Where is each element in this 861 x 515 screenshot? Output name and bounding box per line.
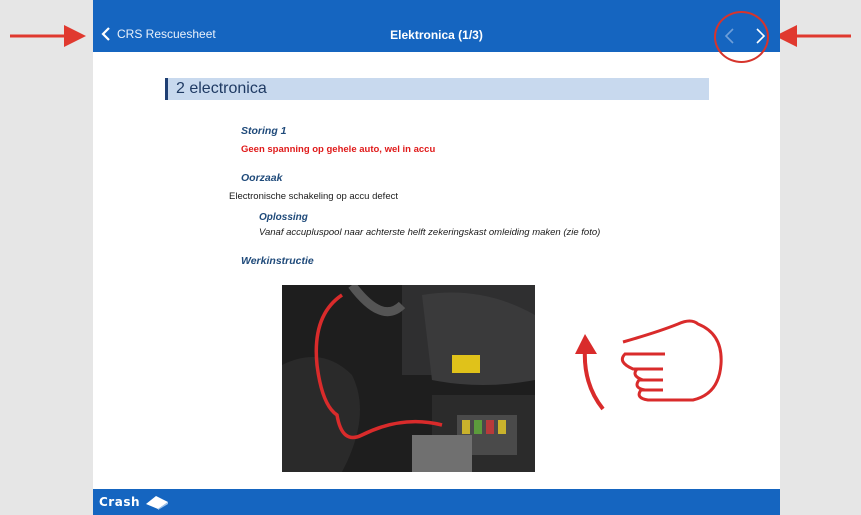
solution-text: Vanaf accupluspool naar achterste helft …: [259, 227, 601, 238]
logo-text: Crash: [99, 495, 141, 509]
footer-bar: Crash: [93, 489, 780, 515]
cause-text: Electronische schakeling op accu defect: [229, 191, 398, 202]
car-logo-icon: [146, 496, 169, 510]
cause-heading: Oorzaak: [241, 172, 283, 184]
annotation-arrow-right-icon: [10, 25, 86, 47]
fault-heading: Storing 1: [241, 125, 287, 137]
section-header: 2 electronica: [165, 78, 709, 100]
page-title: Elektronica (1/3): [390, 28, 483, 42]
annotation-arrow-left-icon: [775, 25, 851, 47]
instruction-heading: Werkinstructie: [241, 255, 314, 267]
document-page: 2 electronica Storing 1 Geen spanning op…: [93, 52, 780, 489]
crash-logo: Crash: [99, 494, 170, 510]
pointing-hand-icon: [575, 319, 723, 411]
navigation-bar: CRS Rescuesheet Elektronica (1/3): [93, 0, 780, 52]
solution-heading: Oplossing: [259, 212, 308, 223]
fault-text: Geen spanning op gehele auto, wel in acc…: [241, 144, 436, 155]
app-screen: CRS Rescuesheet Elektronica (1/3) 2 elec…: [93, 0, 780, 515]
engine-bay-photo: [282, 285, 535, 472]
section-title: 2 electronica: [176, 80, 267, 97]
